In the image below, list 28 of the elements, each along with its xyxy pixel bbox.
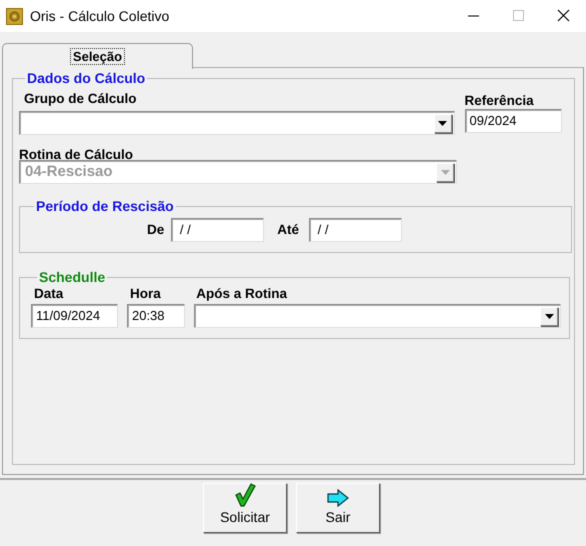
- tab[interactable]: Seleção: [2, 43, 193, 69]
- time-field[interactable]: 20:38: [126, 304, 186, 328]
- check-icon: [234, 483, 256, 507]
- group-legend: Período de Rescisão: [34, 198, 176, 214]
- action-button[interactable]: Sair: [296, 483, 380, 533]
- action-button[interactable]: Solicitar: [203, 483, 287, 533]
- field-label: Referência: [464, 93, 535, 109]
- caret-icon: [440, 170, 450, 174]
- date-field[interactable]: / /: [309, 218, 402, 242]
- field-label: Data: [34, 286, 64, 302]
- field-label: De: [147, 222, 164, 238]
- dropdown[interactable]: [194, 304, 561, 328]
- arrow-icon: [327, 489, 349, 507]
- window-title: Oris - Cálculo Coletivo: [30, 6, 170, 26]
- date-field[interactable]: 11/09/2024: [31, 304, 118, 328]
- caret-icon: [438, 120, 448, 126]
- group-legend: Dados do Cálculo: [25, 70, 148, 86]
- date-field[interactable]: / /: [171, 218, 264, 242]
- field-label: Hora: [130, 286, 162, 302]
- app-icon: [6, 8, 23, 24]
- field-label: Rotina de Cálculo: [19, 147, 134, 163]
- reference-field[interactable]: 09/2024: [464, 109, 562, 133]
- field-label: Grupo de Cálculo: [24, 91, 138, 107]
- caret-icon: [544, 314, 554, 318]
- field-label: Após a Rotina: [196, 286, 288, 302]
- field-label: Até: [277, 222, 300, 238]
- dropdown[interactable]: [19, 111, 455, 135]
- group-legend: Schedulle: [37, 269, 108, 285]
